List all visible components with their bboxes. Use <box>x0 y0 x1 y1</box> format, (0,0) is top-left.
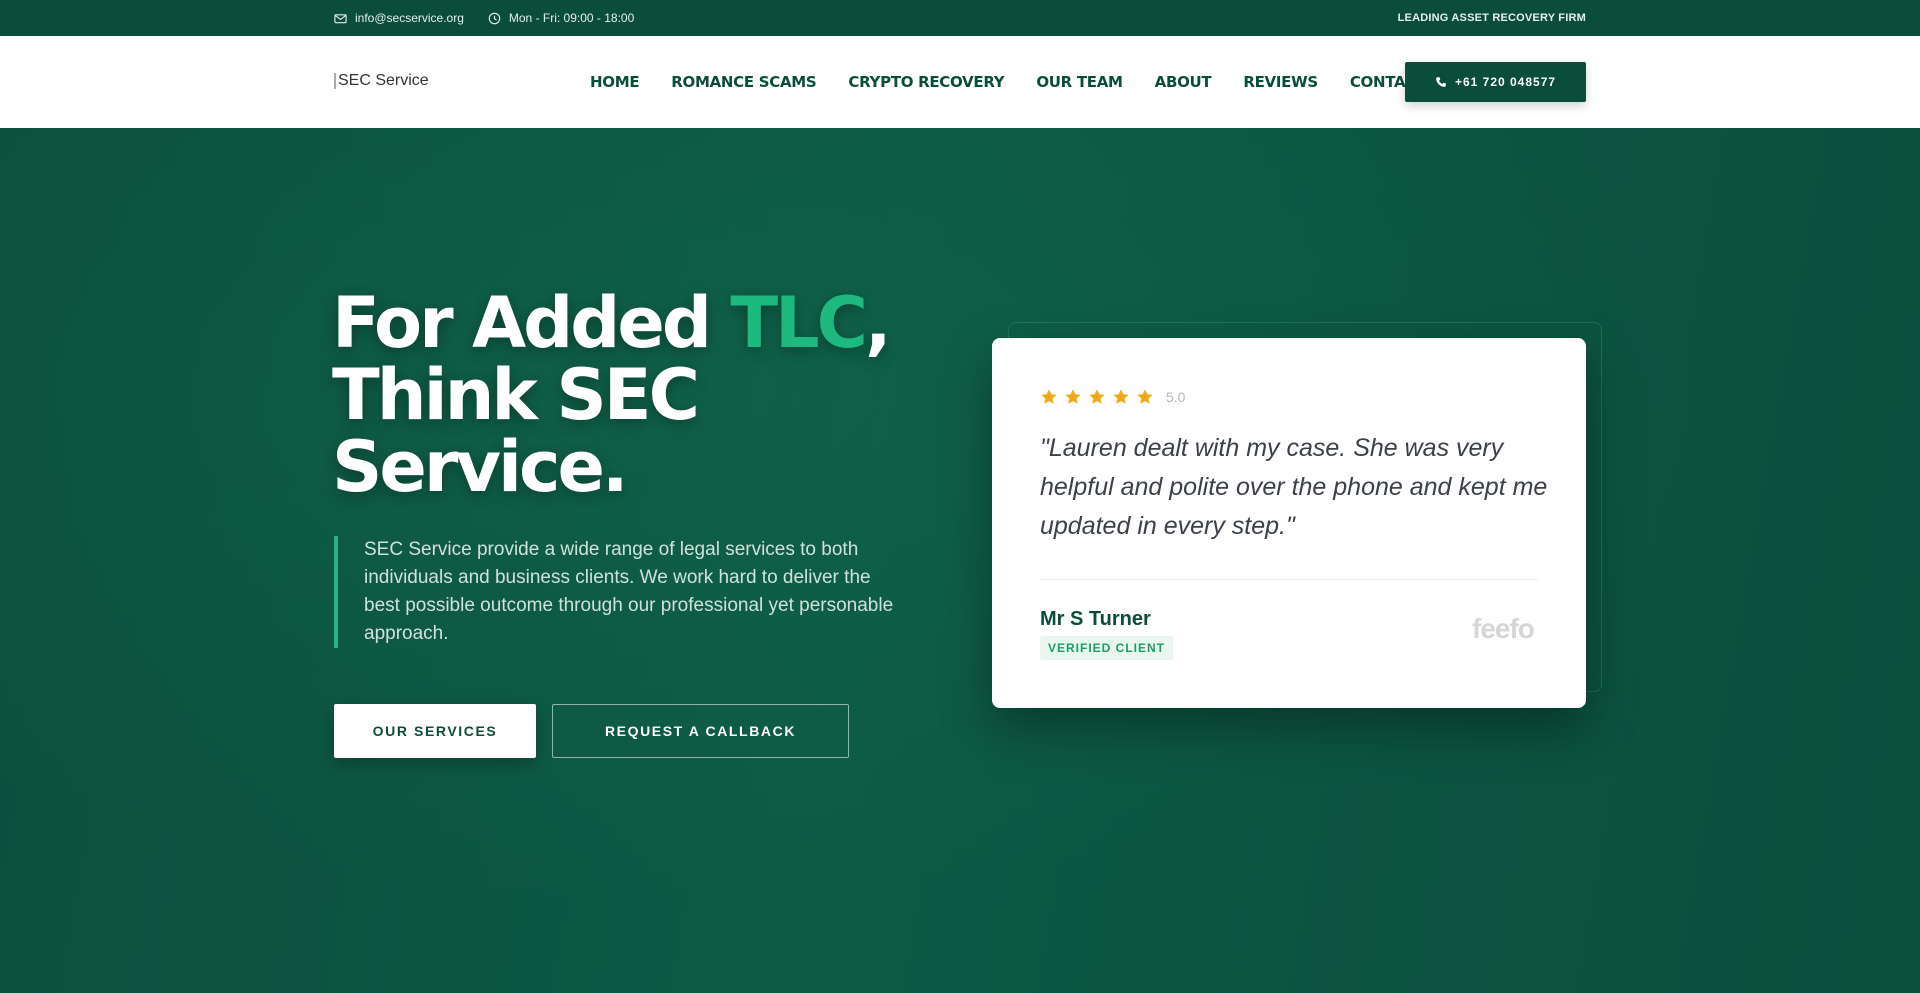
nav-home[interactable]: HOME <box>590 73 640 91</box>
contact-email[interactable]: info@secservice.org <box>334 11 464 25</box>
review-author: Mr S Turner <box>1040 608 1151 630</box>
star-icon <box>1065 389 1081 404</box>
broken-image-icon <box>334 73 336 89</box>
card-divider <box>1040 579 1538 580</box>
feefo-logo: feefo <box>1472 613 1535 644</box>
logo-alt-text[interactable]: SEC Service <box>338 72 429 90</box>
phone-icon <box>1436 77 1446 87</box>
review-quote: "Lauren dealt with my case. She was very… <box>1040 434 1548 540</box>
star-icon <box>1089 389 1105 404</box>
phone-number[interactable]: +61 720 048577 <box>1455 75 1556 89</box>
review-card: 5.0 "Lauren dealt with my case. She was … <box>992 338 1586 708</box>
our-services-button[interactable]: OUR SERVICES <box>334 704 536 758</box>
hero-intro: SEC Service provide a wide range of lega… <box>334 536 894 648</box>
nav-about[interactable]: ABOUT <box>1155 73 1212 91</box>
headline-part-2: , <box>865 282 892 364</box>
headline-accent: TLC <box>730 282 868 364</box>
clock-icon <box>488 12 501 24</box>
site-header: SEC Service HOME ROMANCE SCAMS CRYPTO RE… <box>0 36 1920 128</box>
site-logo[interactable]: SEC Service <box>334 72 429 90</box>
hours-text: Mon - Fri: 09:00 - 18:00 <box>508 11 635 25</box>
nav-crypto-recovery[interactable]: CRYPTO RECOVERY <box>848 73 1004 91</box>
hero-section <box>0 128 1920 993</box>
star-icon <box>1113 389 1129 404</box>
main-nav: HOME ROMANCE SCAMS CRYPTO RECOVERY OUR T… <box>590 36 1426 128</box>
mail-icon <box>334 13 347 23</box>
headline-line-2: Think SEC <box>332 354 700 436</box>
nav-our-team[interactable]: OUR TEAM <box>1036 73 1123 91</box>
rating-value: 5.0 <box>1166 389 1186 405</box>
request-callback-button[interactable]: REQUEST A CALLBACK <box>552 704 849 758</box>
nav-romance-scams[interactable]: ROMANCE SCAMS <box>671 73 816 91</box>
opening-hours: Mon - Fri: 09:00 - 18:00 <box>488 11 634 25</box>
headline-line-3: Service. <box>332 426 629 508</box>
email-text[interactable]: info@secservice.org <box>355 11 464 25</box>
headline-part-1: For Added <box>332 282 731 364</box>
hero-headline: For Added TLC, Think SEC Service. <box>332 287 892 503</box>
nav-reviews[interactable]: REVIEWS <box>1243 73 1318 91</box>
star-icon <box>1041 389 1057 404</box>
star-icon <box>1137 389 1153 404</box>
star-rating: 5.0 <box>1040 388 1185 406</box>
tagline: LEADING ASSET RECOVERY FIRM <box>1397 12 1586 24</box>
top-bar: info@secservice.org Mon - Fri: 09:00 - 1… <box>0 0 1920 36</box>
verified-badge: VERIFIED CLIENT <box>1040 636 1174 660</box>
phone-button[interactable]: +61 720 048577 <box>1405 62 1586 102</box>
